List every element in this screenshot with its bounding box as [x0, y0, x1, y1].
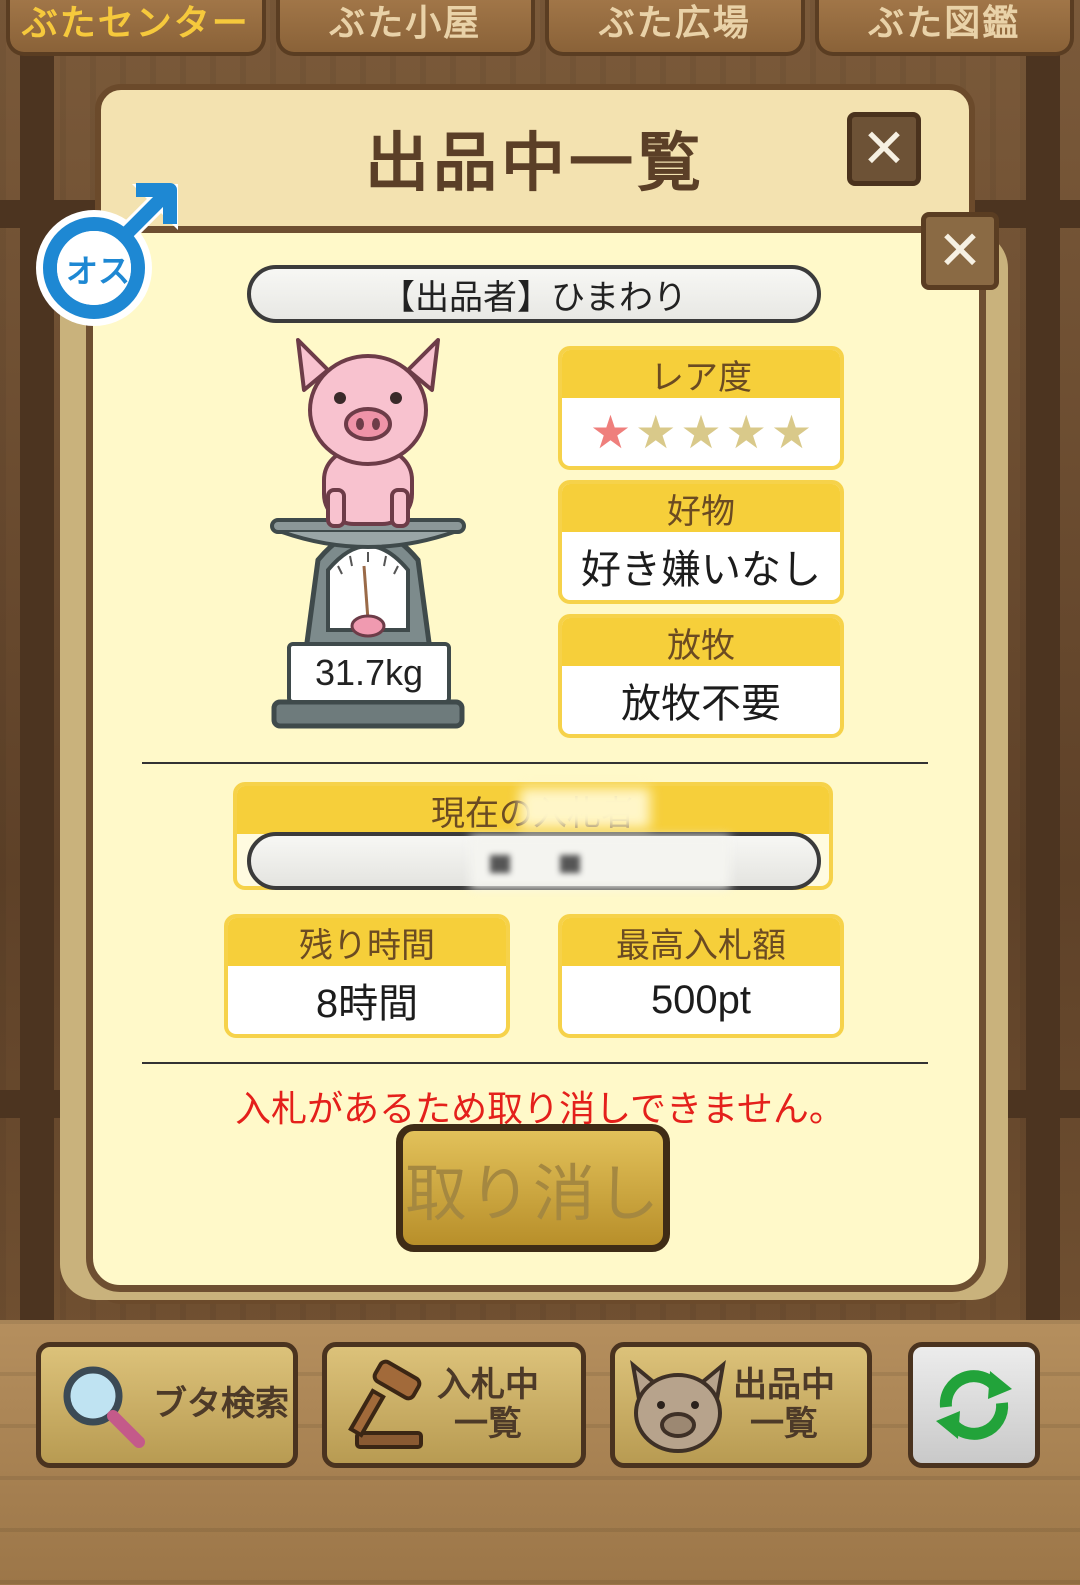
- star-icon: ★: [589, 406, 632, 458]
- pig-face-icon: [630, 1359, 726, 1453]
- star-icon: ★: [770, 406, 813, 458]
- divider: [142, 1062, 928, 1064]
- favorite-label: 好物: [562, 484, 840, 532]
- rarity-label: レア度: [562, 350, 840, 398]
- cancel-listing-button[interactable]: 取り消し: [396, 1124, 670, 1252]
- star-icon: ★: [680, 406, 722, 458]
- rarity-stars: ★ ★ ★ ★ ★: [590, 409, 812, 455]
- close-icon: ✕: [937, 219, 983, 282]
- magnifier-icon: [63, 1366, 145, 1448]
- tab-buta-center[interactable]: ぶたセンター: [6, 0, 266, 56]
- seller-name: 【出品者】ひまわり: [247, 265, 821, 323]
- favorite-box: 好物 好き嫌いなし: [558, 480, 844, 604]
- modal-title: 出品中一覧: [365, 127, 705, 199]
- bottom-nav: ブタ検索 入札中 一覧 出品中 一覧: [0, 1334, 1080, 1474]
- gender-label: オス: [65, 253, 130, 289]
- remaining-time-value: 8時間: [315, 982, 419, 1026]
- grazing-box: 放牧 放牧不要: [558, 614, 844, 738]
- remaining-time-label: 残り時間: [228, 918, 506, 966]
- card-close-button[interactable]: ✕: [921, 212, 999, 290]
- highest-bid-label: 最高入札額: [562, 918, 840, 966]
- redacted-area: [520, 788, 650, 828]
- tab-buta-zukan[interactable]: ぶた図鑑: [814, 0, 1074, 56]
- tab-buta-koya[interactable]: ぶた小屋: [275, 0, 535, 56]
- remaining-time-box: 残り時間 8時間: [224, 914, 510, 1038]
- refresh-button[interactable]: [908, 1342, 1040, 1468]
- modal-close-button[interactable]: ✕: [847, 112, 921, 186]
- rarity-box: レア度 ★ ★ ★ ★ ★: [558, 346, 844, 470]
- highest-bid-box: 最高入札額 500pt: [558, 914, 844, 1038]
- grazing-label: 放牧: [562, 618, 840, 666]
- bidding-list-button[interactable]: 入札中 一覧: [322, 1342, 586, 1468]
- close-icon: ✕: [861, 117, 907, 180]
- redacted-block: [490, 855, 510, 873]
- highest-bid-value: 500pt: [650, 977, 752, 1022]
- refresh-icon: [936, 1370, 1012, 1440]
- grazing-value: 放牧不要: [621, 682, 781, 726]
- divider: [142, 762, 928, 764]
- top-tab-bar: ぶたセンター ぶた小屋 ぶた広場 ぶた図鑑: [0, 0, 1080, 60]
- weight-display: 31.7kg: [287, 642, 451, 704]
- pig-search-button[interactable]: ブタ検索: [36, 1342, 298, 1468]
- star-icon: ★: [725, 406, 767, 458]
- tab-buta-hiroba[interactable]: ぶた広場: [545, 0, 805, 56]
- redacted-block: [560, 855, 580, 873]
- listing-list-button[interactable]: 出品中 一覧: [610, 1342, 872, 1468]
- gavel-icon: [348, 1359, 423, 1449]
- star-icon: ★: [635, 406, 677, 458]
- favorite-value: 好き嫌いなし: [581, 548, 821, 592]
